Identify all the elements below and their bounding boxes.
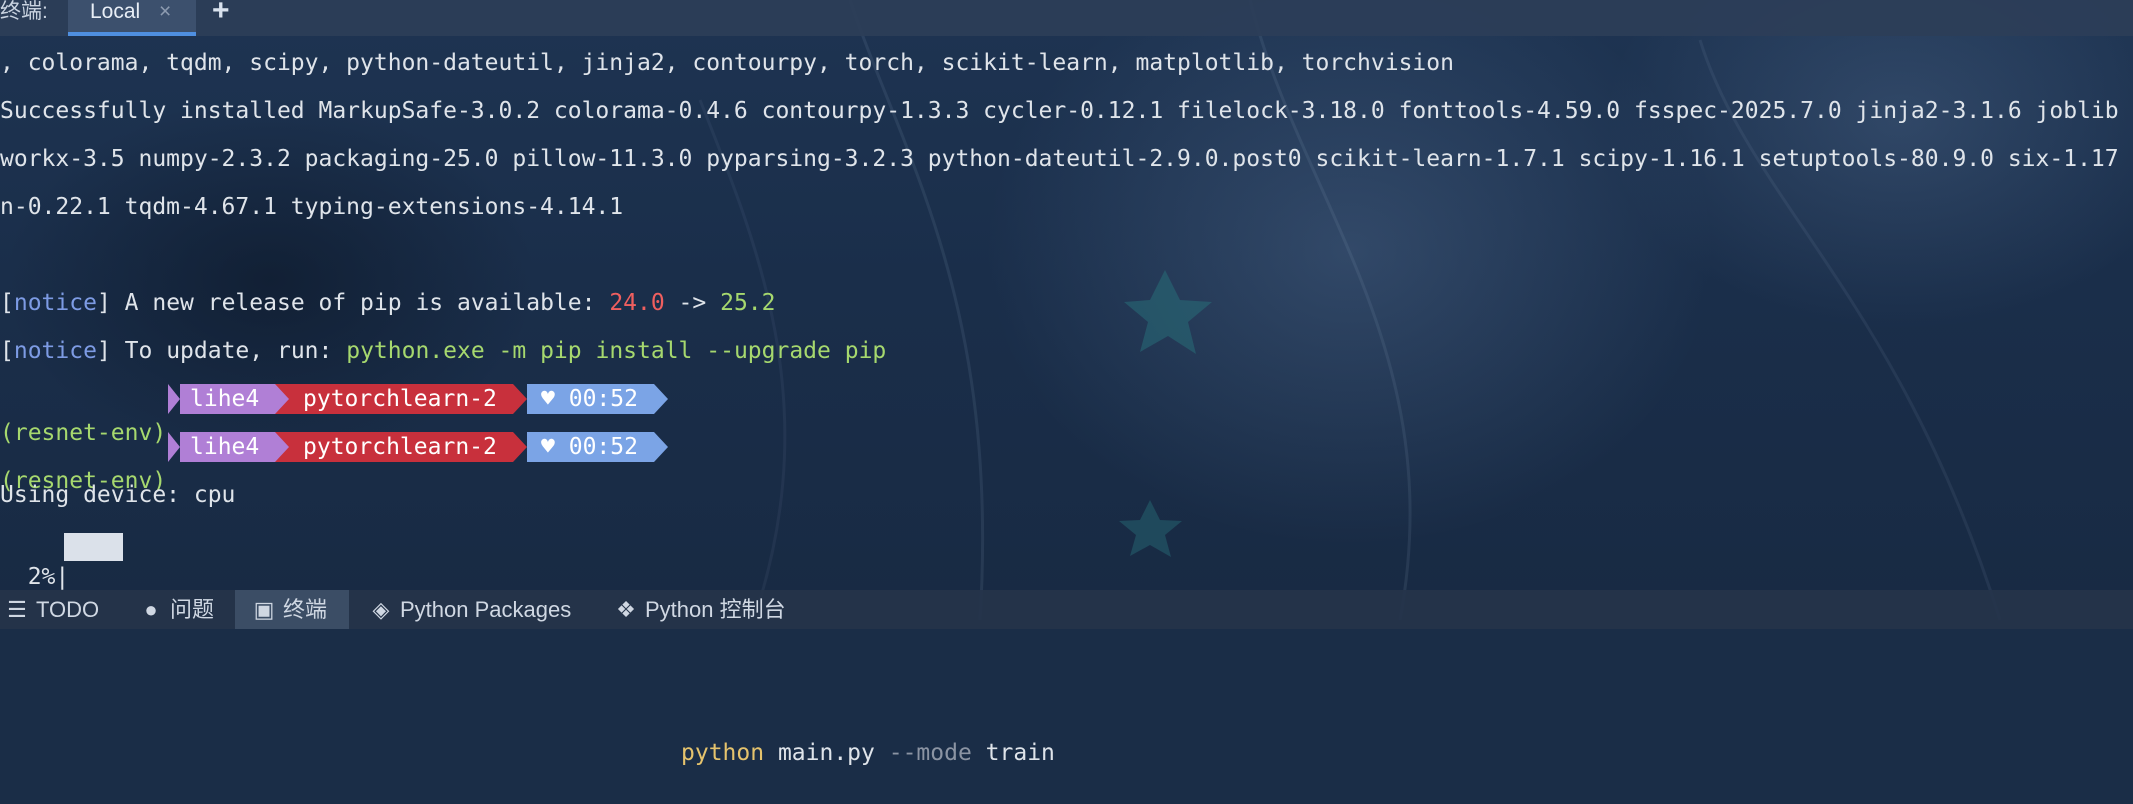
terminal-output[interactable]: , colorama, tqdm, scipy, python-dateutil… <box>0 36 2133 766</box>
notice-text: A new release of pip is available: <box>110 290 610 316</box>
prompt-time-segment: ♥ 00:52 <box>527 384 654 414</box>
notice-tag: notice <box>13 290 97 316</box>
terminal-icon: ▣ <box>253 597 275 622</box>
command-script: main.py <box>764 740 889 766</box>
tool-label: 终端 <box>283 597 328 622</box>
command-flag: --mode <box>888 740 972 766</box>
tool-label: Python 控制台 <box>645 597 786 622</box>
old-version: 24.0 <box>609 290 665 316</box>
prompt-dir-segment: pytorchlearn-2 <box>275 384 513 414</box>
list-icon: ☰ <box>7 597 27 622</box>
prompt-user-segment: lihe4 <box>180 432 275 462</box>
prompt-arrow <box>513 384 527 414</box>
new-version: 25.2 <box>720 290 776 316</box>
tab-local[interactable]: Local × <box>68 0 196 36</box>
alert-icon: ● <box>144 597 158 622</box>
prompt-time: 00:52 <box>568 434 638 460</box>
command-value: train <box>971 740 1055 766</box>
command-program: python <box>681 740 765 766</box>
prompt-arrow <box>654 384 668 414</box>
tool-window-title: 终端: <box>0 0 48 23</box>
prompt-time: 00:52 <box>568 386 638 412</box>
prompt-arrow <box>654 432 668 462</box>
pip-upgrade-command: python.exe -m pip install --upgrade pip <box>346 338 887 364</box>
prompt-time-segment: ♥ 00:52 <box>527 432 654 462</box>
tool-python-packages[interactable]: ◈ Python Packages <box>370 590 581 629</box>
tool-label: 问题 <box>170 597 215 622</box>
progress-bar-fill <box>64 533 123 561</box>
tool-todo[interactable]: ☰ TODO <box>0 590 109 629</box>
tool-label: TODO <box>36 597 100 622</box>
prompt-user-segment: lihe4 <box>180 384 275 414</box>
prompt-arrow <box>168 384 180 414</box>
notice-tag: notice <box>13 338 97 364</box>
add-tab-icon[interactable]: + <box>212 0 230 26</box>
output-line: workx-3.5 numpy-2.3.2 packaging-25.0 pil… <box>0 146 2119 172</box>
prompt-arrow <box>275 384 289 414</box>
progress-percent: 2%| <box>0 564 70 590</box>
tab-label: Local <box>90 0 141 23</box>
pip-notice-line: [notice] A new release of pip is availab… <box>0 286 775 320</box>
prompt-dir-segment: pytorchlearn-2 <box>275 432 513 462</box>
tool-label: Python Packages <box>400 597 572 622</box>
layers-icon: ◈ <box>372 597 390 622</box>
prompt-arrow <box>513 432 527 462</box>
progress-line: 2%| <box>0 526 200 590</box>
bracket: ] <box>96 338 111 364</box>
bracket: [ <box>0 290 14 316</box>
tool-terminal[interactable]: ▣ 终端 <box>235 590 350 629</box>
prompt-arrow <box>168 432 180 462</box>
bracket: [ <box>0 338 14 364</box>
command-input: python main.py --mode train <box>681 736 1055 770</box>
bracket: ] <box>96 290 111 316</box>
heart-icon: ♥ <box>541 386 555 412</box>
prompt-line: (resnet-env) lihe4 pytorchlearn-2 ♥ 00:5… <box>0 430 1100 766</box>
terminal-tab-bar: 终端: Local × + <box>0 0 2133 36</box>
pip-update-line: [notice] To update, run: python.exe -m p… <box>0 334 886 368</box>
heart-icon: ♥ <box>541 434 555 460</box>
version-arrow: -> <box>664 290 721 316</box>
device-line: Using device: cpu <box>0 482 236 508</box>
tool-problems[interactable]: ● 问题 <box>138 590 224 629</box>
notice-text: To update, run: <box>110 338 347 364</box>
prompt-arrow <box>275 432 289 462</box>
output-line: n-0.22.1 tqdm-4.67.1 typing-extensions-4… <box>0 194 624 220</box>
output-line: Successfully installed MarkupSafe-3.0.2 … <box>0 98 2119 124</box>
tool-python-console[interactable]: ❖ Python 控制台 <box>615 590 796 629</box>
prompt-line: (resnet-env) lihe4 pytorchlearn-2 ♥ 00:5… <box>0 382 700 446</box>
close-icon[interactable]: × <box>159 0 171 24</box>
bottom-tool-bar: ☰ TODO ● 问题 ▣ 终端 ◈ Python Packages ❖ Python 控… <box>0 590 2133 629</box>
output-line: , colorama, tqdm, scipy, python-dateutil… <box>0 50 1454 76</box>
python-icon: ❖ <box>616 597 636 622</box>
